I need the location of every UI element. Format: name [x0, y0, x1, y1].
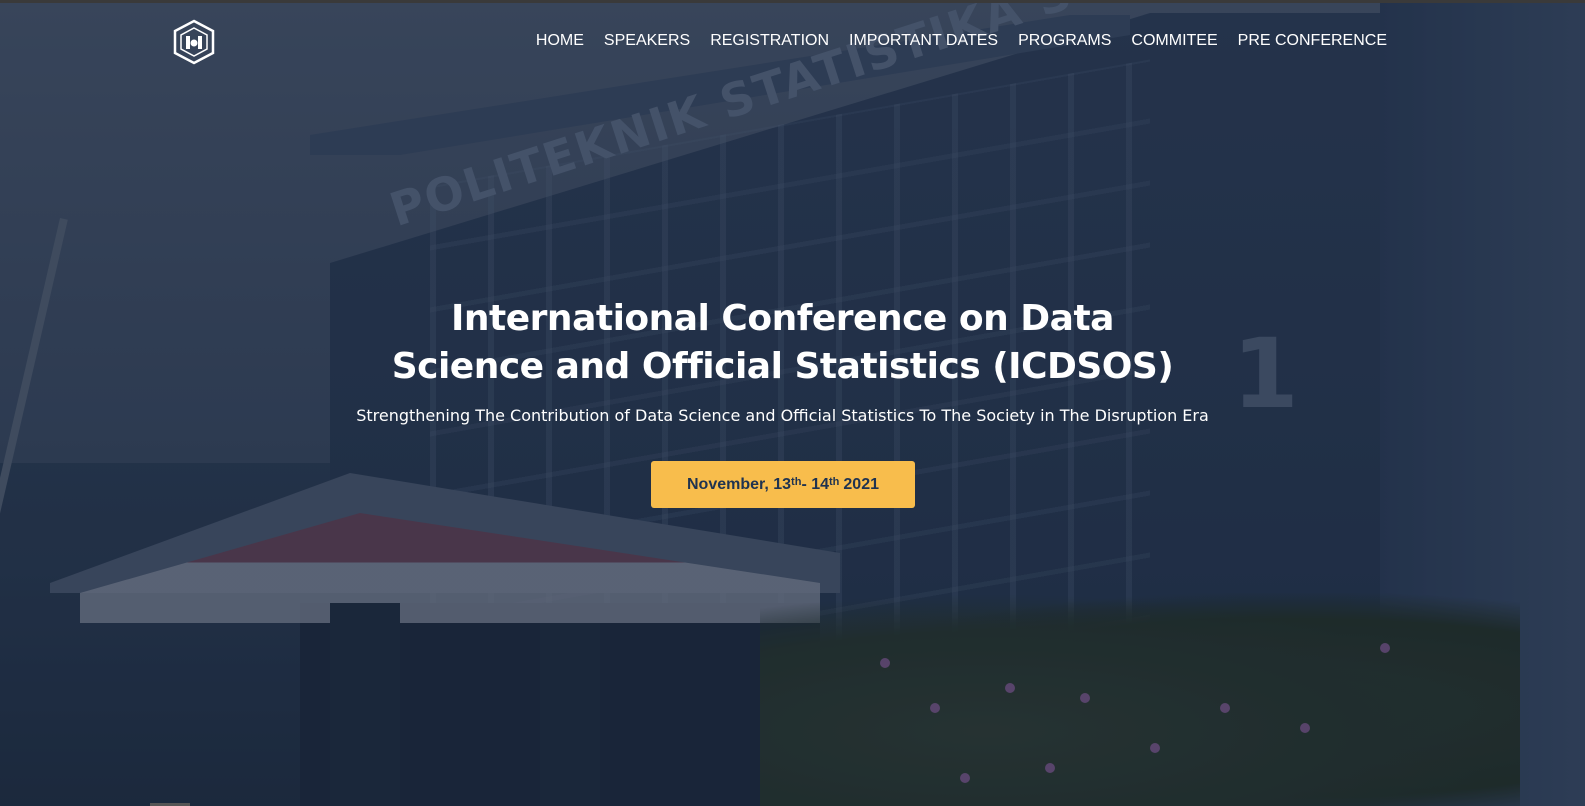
- date-end-suffix: th: [829, 475, 840, 488]
- icdsos-hexagon-logo-icon: [173, 19, 215, 65]
- nav-pre-conference[interactable]: PRE CONFERENCE: [1228, 32, 1397, 50]
- nav-registration[interactable]: REGISTRATION: [700, 32, 839, 50]
- date-year: 2021: [843, 475, 879, 493]
- main-nav: HOME SPEAKERS REGISTRATION IMPORTANT DAT…: [526, 32, 1397, 50]
- date-start: November, 13: [686, 475, 792, 493]
- nav-speakers[interactable]: SPEAKERS: [594, 32, 700, 50]
- date-start-suffix: th: [791, 475, 802, 488]
- hero-subtitle: Strengthening The Contribution of Data S…: [356, 406, 1209, 425]
- nav-programs[interactable]: PROGRAMS: [1008, 32, 1121, 50]
- nav-important-dates[interactable]: IMPORTANT DATES: [839, 32, 1008, 50]
- conference-date-button[interactable]: November, 13th - 14th 2021: [651, 461, 915, 508]
- browser-viewport: POLITEKNIK STATISTIKA S 1 HOME SPEAKERS …: [0, 0, 1585, 806]
- hero-title: International Conference on Data Science…: [0, 295, 1565, 391]
- site-logo[interactable]: [172, 19, 216, 65]
- hero-title-line-1: International Conference on Data: [451, 298, 1114, 339]
- nav-commitee[interactable]: COMMITEE: [1121, 32, 1227, 50]
- hero-dark-overlay: [0, 3, 1585, 806]
- nav-home[interactable]: HOME: [526, 32, 594, 50]
- date-separator: - 14: [801, 475, 830, 493]
- hero-section: POLITEKNIK STATISTIKA S 1: [0, 3, 1585, 806]
- hero-title-line-2: Science and Official Statistics (ICDSOS): [391, 346, 1174, 387]
